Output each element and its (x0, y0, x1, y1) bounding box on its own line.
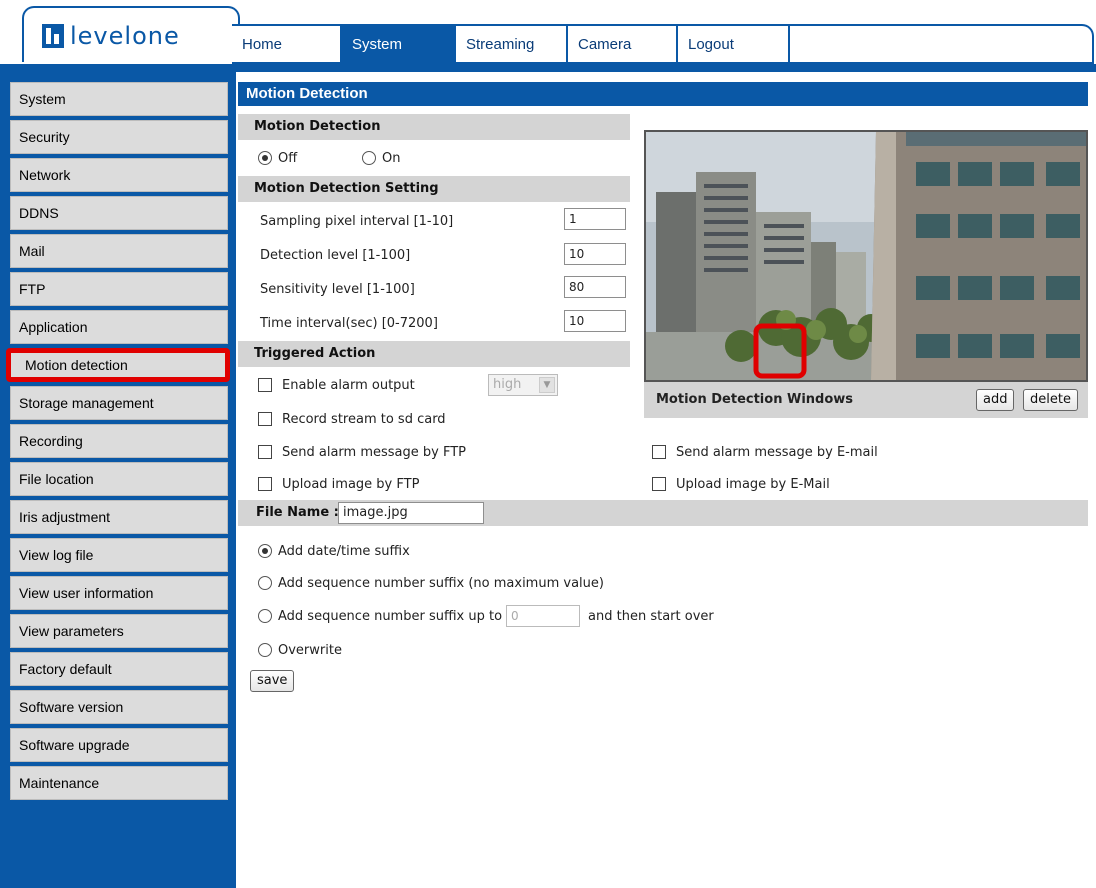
opt-seq-upto-row: Add sequence number suffix up to 0 and t… (258, 604, 714, 628)
ftp-upload-checkbox[interactable] (258, 477, 272, 491)
sidebar-item-view-parameters[interactable]: View parameters (10, 614, 228, 648)
save-button[interactable]: save (250, 670, 295, 692)
section-triggered-action: Triggered Action (238, 341, 630, 367)
alarm-level-select[interactable]: high ▼ (488, 374, 558, 396)
tab-streaming[interactable]: Streaming (456, 26, 568, 62)
file-name-input[interactable]: image.jpg (338, 502, 484, 524)
opt-overwrite-row: Overwrite (258, 638, 342, 662)
tab-home[interactable]: Home (232, 26, 342, 62)
motion-windows-title: Motion Detection Windows (656, 392, 854, 407)
sidebar-item-security[interactable]: Security (10, 120, 228, 154)
tab-system[interactable]: System (342, 26, 456, 62)
radio-off[interactable] (258, 151, 272, 165)
radio-on[interactable] (362, 151, 376, 165)
logo[interactable]: levelone (42, 22, 180, 50)
header: levelone Home System Streaming Camera Lo… (0, 0, 1096, 66)
opt-datetime-row: Add date/time suffix (258, 539, 410, 563)
sidebar-item-software-upgrade[interactable]: Software upgrade (10, 728, 228, 762)
sidebar-item-software-version[interactable]: Software version (10, 690, 228, 724)
header-divider (0, 64, 1096, 72)
sidebar-item-iris-adjustment[interactable]: Iris adjustment (10, 500, 228, 534)
sampling-label: Sampling pixel interval [1-10] (260, 214, 454, 229)
opt-seq-nomax-row: Add sequence number suffix (no maximum v… (258, 571, 604, 595)
delete-window-button[interactable]: delete (1023, 389, 1078, 411)
sidebar-item-view-user-information[interactable]: View user information (10, 576, 228, 610)
record-sd-label: Record stream to sd card (282, 411, 446, 427)
top-nav: Home System Streaming Camera Logout (232, 24, 1094, 64)
motion-detection-radios: Off On (258, 146, 400, 170)
email-upload-row: Upload image by E-Mail (652, 472, 830, 496)
email-upload-checkbox[interactable] (652, 477, 666, 491)
opt-seq-upto-after-label: and then start over (588, 608, 714, 624)
alarm-output-checkbox[interactable] (258, 378, 272, 392)
sensitivity-label: Sensitivity level [1-100] (260, 282, 415, 297)
ftp-msg-row: Send alarm message by FTP (258, 440, 466, 464)
sidebar-item-storage-management[interactable]: Storage management (10, 386, 228, 420)
page-title: Motion Detection (238, 82, 1088, 106)
sidebar-item-recording[interactable]: Recording (10, 424, 228, 458)
sidebar-item-view-log-file[interactable]: View log file (10, 538, 228, 572)
sensitivity-input[interactable]: 80 (564, 276, 626, 298)
sampling-input[interactable]: 1 (564, 208, 626, 230)
tab-logout[interactable]: Logout (678, 26, 790, 62)
alarm-output-row: Enable alarm output (258, 373, 415, 397)
levelone-logo-icon (42, 24, 64, 48)
email-upload-label: Upload image by E-Mail (676, 476, 830, 492)
page-root: levelone Home System Streaming Camera Lo… (0, 0, 1096, 888)
opt-overwrite-label: Overwrite (278, 642, 342, 658)
camera-image (646, 132, 1086, 380)
alarm-level-value: high (493, 377, 522, 392)
alarm-output-label: Enable alarm output (282, 377, 415, 393)
email-msg-checkbox[interactable] (652, 445, 666, 459)
interval-label: Time interval(sec) [0-7200] (260, 316, 438, 331)
sidebar-item-mail[interactable]: Mail (10, 234, 228, 268)
sidebar: System Security Network DDNS Mail FTP Ap… (0, 72, 236, 888)
main-content: Motion Detection Motion Detection Off On… (238, 82, 1090, 888)
detection-input[interactable]: 10 (564, 243, 626, 265)
seq-upto-input[interactable]: 0 (506, 605, 581, 627)
add-window-button[interactable]: add (976, 389, 1015, 411)
opt-datetime-radio[interactable] (258, 544, 272, 558)
opt-seq-nomax-radio[interactable] (258, 576, 272, 590)
tab-camera[interactable]: Camera (568, 26, 678, 62)
opt-datetime-label: Add date/time suffix (278, 543, 410, 559)
section-motion-settings: Motion Detection Setting (238, 176, 630, 202)
sidebar-item-system[interactable]: System (10, 82, 228, 116)
detection-label: Detection level [1-100] (260, 248, 411, 263)
logo-text: levelone (70, 22, 180, 50)
opt-seq-nomax-label: Add sequence number suffix (no maximum v… (278, 575, 604, 591)
ftp-msg-checkbox[interactable] (258, 445, 272, 459)
section-motion-detection: Motion Detection (238, 114, 630, 140)
radio-on-label: On (382, 150, 401, 166)
sidebar-item-application[interactable]: Application (10, 310, 228, 344)
chevron-down-icon: ▼ (539, 377, 555, 393)
file-name-label: File Name : (256, 505, 339, 520)
email-msg-label: Send alarm message by E-mail (676, 444, 878, 460)
record-sd-checkbox[interactable] (258, 412, 272, 426)
sidebar-item-motion-detection[interactable]: Motion detection (6, 348, 230, 382)
motion-windows-header: Motion Detection Windows (644, 382, 1088, 418)
sidebar-item-factory-default[interactable]: Factory default (10, 652, 228, 686)
interval-input[interactable]: 10 (564, 310, 626, 332)
sidebar-item-file-location[interactable]: File location (10, 462, 228, 496)
sidebar-item-ftp[interactable]: FTP (10, 272, 228, 306)
sidebar-item-network[interactable]: Network (10, 158, 228, 192)
opt-seq-upto-label: Add sequence number suffix up to (278, 608, 503, 624)
email-msg-row: Send alarm message by E-mail (652, 440, 878, 464)
sidebar-item-ddns[interactable]: DDNS (10, 196, 228, 230)
ftp-upload-label: Upload image by FTP (282, 476, 420, 492)
opt-overwrite-radio[interactable] (258, 643, 272, 657)
ftp-msg-label: Send alarm message by FTP (282, 444, 466, 460)
opt-seq-upto-radio[interactable] (258, 609, 272, 623)
record-sd-row: Record stream to sd card (258, 407, 446, 431)
radio-off-label: Off (278, 150, 298, 166)
ftp-upload-row: Upload image by FTP (258, 472, 419, 496)
camera-preview[interactable] (644, 130, 1088, 382)
sidebar-item-maintenance[interactable]: Maintenance (10, 766, 228, 800)
